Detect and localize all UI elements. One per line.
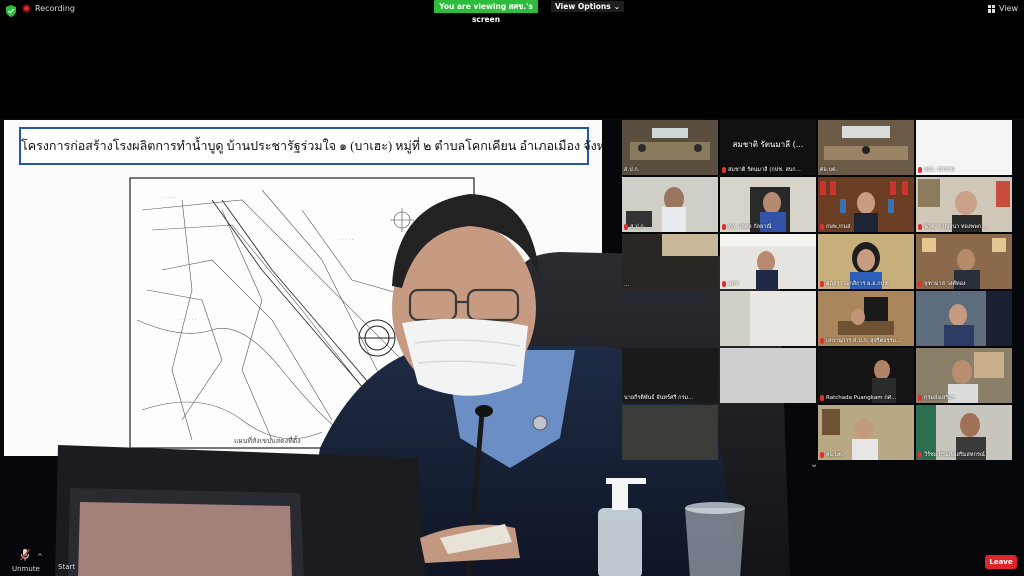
participant-tile[interactable]: Ratchada Puangkam กศ... [818, 348, 914, 403]
participant-name: นวช. กาญจนา ทองพพก... [918, 223, 1010, 231]
participant-tile[interactable]: วีร์ชย กรมส่งเสริมสหกรณ์ [916, 405, 1012, 460]
participant-name: ศุภิสรา เอกสิการ ผ.อ.กปช. [820, 280, 912, 288]
muted-mic-icon [722, 167, 726, 173]
meeting-topbar: Recording You are viewing สศช.'s screen … [0, 0, 1024, 24]
view-button-label: View [999, 4, 1018, 13]
video-thumbnail [720, 291, 816, 346]
participant-name: กษพ./กมส. [820, 223, 912, 231]
audio-options-caret-icon[interactable]: ^ [37, 553, 43, 561]
participant-tile[interactable]: กษพ./กมส. [818, 177, 914, 232]
muted-mic-icon [624, 224, 628, 230]
participant-name: สศช [722, 280, 814, 288]
participant-tile[interactable]: นวช. กาญจนา ทองพพก... [916, 177, 1012, 232]
muted-mic-icon [918, 281, 922, 287]
participant-tile[interactable]: กรมส่งเสริมฯ [916, 348, 1012, 403]
participant-name: ศอ.บต. [820, 167, 838, 173]
participant-tile[interactable]: ส.ป.ก. [622, 120, 718, 175]
participant-name: ... [624, 282, 630, 288]
participant-tile[interactable]: ศอ.บต. [818, 120, 914, 175]
participant-tile[interactable] [622, 405, 718, 460]
recording-label: Recording [35, 4, 76, 13]
muted-mic-icon [918, 395, 922, 401]
participant-tile[interactable]: ศอ.บต. [818, 405, 914, 460]
view-options-button[interactable]: View Options ⌄ [551, 1, 625, 12]
muted-microphone-icon [19, 549, 31, 561]
grid-view-icon [988, 4, 996, 13]
participant-name: จุฑามาส วงศ์ทอง [918, 280, 1010, 288]
muted-mic-icon [820, 452, 824, 458]
participant-tile[interactable]: สศช [720, 234, 816, 289]
participant-name: ส.ป.ก. ... [624, 223, 716, 231]
muted-mic-icon [918, 452, 922, 458]
participant-gallery: ส.ป.ก. สมชาติ รัตนมาลี (... สมชาติ รัตนม… [620, 120, 1012, 460]
view-options-label: View Options [555, 2, 611, 11]
leave-button[interactable]: Leave [985, 555, 1017, 569]
unmute-button[interactable]: Unmute [12, 549, 40, 573]
participant-name: วีร์ชย กรมส่งเสริมสหกรณ์ [918, 451, 1010, 459]
view-button[interactable]: View [988, 4, 1018, 13]
gallery-next-page-chevron-icon[interactable]: ⌄ [810, 459, 818, 470]
security-shield-icon[interactable] [6, 5, 16, 17]
video-thumbnail [720, 348, 816, 403]
participant-tile[interactable] [720, 348, 816, 403]
participant-tile[interactable]: ทก. โกศล กัลยาณี [720, 177, 816, 232]
participant-name: ส.ป.ก. [624, 167, 640, 173]
chevron-down-icon: ⌄ [613, 2, 621, 11]
video-thumbnail [916, 291, 1012, 346]
participant-tile[interactable]: ศุภิสรา เอกสิการ ผ.อ.กปช. [818, 234, 914, 289]
participant-tile[interactable]: ส.ป.ก. ... [622, 177, 718, 232]
video-thumbnail [622, 405, 718, 460]
participant-tile[interactable] [720, 291, 816, 346]
participant-name: Ratchada Puangkam กศ... [820, 394, 912, 402]
record-icon [22, 4, 31, 13]
participant-name: กรมส่งเสริมฯ [918, 394, 1010, 402]
muted-mic-icon [918, 167, 922, 173]
muted-mic-icon [820, 281, 824, 287]
recording-indicator[interactable]: Recording [22, 4, 75, 13]
participant-tile[interactable] [916, 291, 1012, 346]
viewing-screen-banner: You are viewing สศช.'s screen [434, 0, 538, 24]
participant-tile[interactable]: สมชาติ รัตนมาลี (... สมชาติ รัตนมาลี (กป… [720, 120, 816, 175]
participant-name: สมชาติ รัตนมาลี (กปช. สบก... [722, 166, 814, 174]
muted-mic-icon [722, 281, 726, 287]
participant-tile[interactable]: ... [622, 234, 718, 289]
start-video-button[interactable]: Start [58, 563, 75, 571]
start-video-label: Start [58, 563, 76, 571]
participant-name: ทก. โกศล กัลยาณี [722, 223, 814, 231]
video-thumbnail [622, 234, 718, 289]
participant-tile[interactable]: นายกีรติพันธ์ จันทร์ศรี กรม... [622, 348, 718, 403]
participant-name: สศก. สิกรักษ์ [918, 166, 1010, 174]
shared-screen: โครงการก่อสร้างโรงผลิตการทำน้ำบูดู บ้านป… [0, 118, 1024, 576]
participant-name-placeholder: สมชาติ รัตนมาลี (... [732, 140, 804, 149]
unmute-label: Unmute [12, 565, 40, 573]
muted-mic-icon [820, 338, 824, 344]
muted-mic-icon [820, 395, 824, 401]
muted-mic-icon [820, 224, 824, 230]
muted-mic-icon [918, 224, 922, 230]
participant-name: ศอ.บต. [820, 451, 912, 459]
participant-name: นายกีรติพันธ์ จันทร์ศรี กรม... [624, 395, 694, 401]
participant-tile[interactable]: เลขานุการ ส.ป.ก. สุจริตธรรม... [818, 291, 914, 346]
muted-mic-icon [722, 224, 726, 230]
participant-tile[interactable]: จุฑามาส วงศ์ทอง [916, 234, 1012, 289]
participant-name: เลขานุการ ส.ป.ก. สุจริตธรรม... [820, 337, 912, 345]
participant-tile[interactable]: สศก. สิกรักษ์ [916, 120, 1012, 175]
